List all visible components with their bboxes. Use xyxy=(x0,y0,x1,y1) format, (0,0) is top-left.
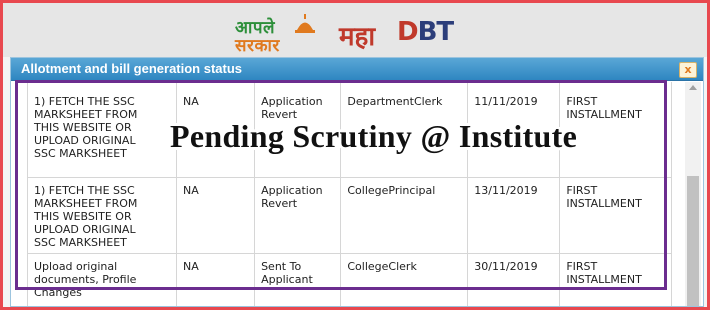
remark-cell: Upload original documents, Profile Chang… xyxy=(27,253,177,306)
remark-cell: 1) FETCH THE SSC MARKSHEET FROM THIS WEB… xyxy=(27,177,177,254)
mahadbt-logo: महा DBT xyxy=(339,15,479,52)
status-cell: Sent To Applicant xyxy=(254,253,342,306)
logo-aaple-line2: सरकार xyxy=(235,36,280,56)
vertical-scrollbar[interactable] xyxy=(685,82,701,306)
value-cell: NA xyxy=(175,253,256,306)
value-cell: NA xyxy=(175,177,256,254)
logo-maha-prefix: महा xyxy=(339,22,376,52)
aaple-sarkar-logo: आपले सरकार xyxy=(235,13,323,56)
table-row: Upload original documents, Profile Chang… xyxy=(27,253,672,306)
logo-maha-dbt: DBT xyxy=(397,17,455,47)
installment-cell: FIRST INSTALLMENT xyxy=(559,253,672,306)
modal-titlebar[interactable]: Allotment and bill generation status x xyxy=(11,58,703,81)
installment-cell: FIRST INSTALLMENT xyxy=(559,177,672,254)
scrollbar-thumb[interactable] xyxy=(687,176,699,306)
status-cell: Application Revert xyxy=(254,177,342,254)
overlay-caption: Pending Scrutiny @ Institute xyxy=(170,118,578,154)
table-row: 1) FETCH THE SSC MARKSHEET FROM THIS WEB… xyxy=(27,177,672,254)
scroll-up-arrow-icon[interactable] xyxy=(689,85,697,90)
date-cell: 13/11/2019 xyxy=(467,177,561,254)
role-cell: CollegeClerk xyxy=(340,253,469,306)
logo-maha-d: D xyxy=(397,17,419,47)
close-button[interactable]: x xyxy=(679,62,697,78)
status-table-container: 1) FETCH THE SSC MARKSHEET FROM THIS WEB… xyxy=(19,82,679,306)
status-modal: Allotment and bill generation status x 1… xyxy=(10,57,704,307)
logo-maha-bt: BT xyxy=(417,17,455,47)
header-banner: आपले सरकार महा DBT xyxy=(3,3,707,57)
modal-title: Allotment and bill generation status xyxy=(21,61,243,76)
date-cell: 30/11/2019 xyxy=(467,253,561,306)
remark-cell: 1) FETCH THE SSC MARKSHEET FROM THIS WEB… xyxy=(27,82,177,178)
status-table: 1) FETCH THE SSC MARKSHEET FROM THIS WEB… xyxy=(27,82,672,306)
role-cell: CollegePrincipal xyxy=(340,177,469,254)
dome-icon xyxy=(295,14,315,33)
